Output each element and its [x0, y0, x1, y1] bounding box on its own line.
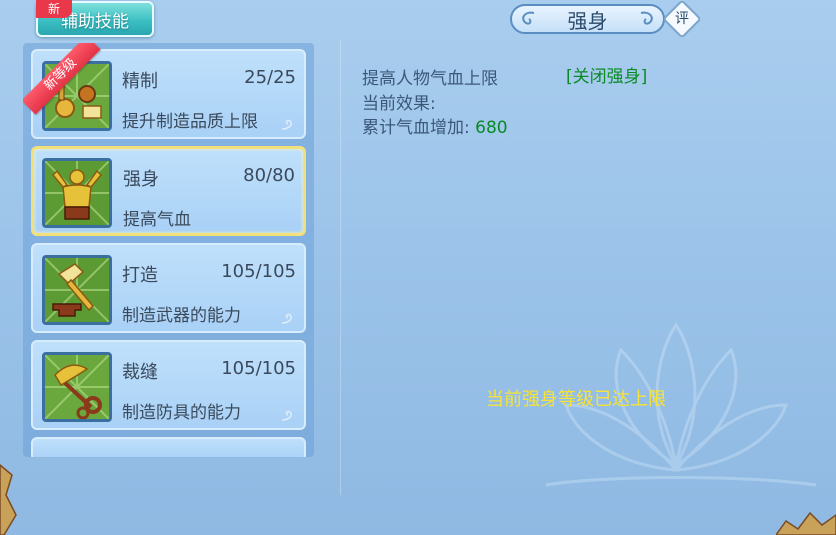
skill-level: 25/25 — [244, 67, 296, 88]
skill-name: 打造 — [122, 265, 158, 286]
current-effect-label: 当前效果: — [362, 94, 436, 114]
hammer-anvil-icon — [42, 255, 112, 325]
swirl-ornament — [281, 313, 293, 324]
skill-item-refine[interactable]: 新等级 精制 25/25 提升制造品质上限 — [23, 43, 306, 139]
skill-name: 精制 — [122, 71, 158, 92]
skill-level: 105/105 — [221, 358, 296, 379]
corner-ornament-right — [776, 511, 836, 535]
rate-button[interactable]: 评 — [662, 0, 702, 39]
effect-description: 提高人物气血上限 — [362, 69, 498, 89]
skill-name: 裁缝 — [122, 362, 158, 383]
skill-item-forge[interactable]: 打造 105/105 制造武器的能力 — [31, 243, 306, 333]
rate-label: 评 — [675, 11, 689, 27]
swirl-ornament — [281, 410, 293, 421]
close-strengthen-link[interactable]: [关闭强身] — [566, 62, 647, 87]
swirl-ornament — [281, 119, 293, 130]
muscle-man-icon — [42, 158, 112, 228]
skill-title: 强身 — [567, 8, 608, 33]
skill-desc: 制造武器的能力 — [122, 306, 241, 326]
skill-title-frame: 强身 — [510, 4, 665, 34]
skill-desc: 提高气血 — [123, 210, 191, 230]
skill-desc: 制造防具的能力 — [122, 403, 241, 423]
panel-divider — [340, 40, 341, 495]
skill-list[interactable]: 新等级 精制 25/25 提升制造品质上限 强身 80/80 提高气血 打造 1… — [23, 43, 314, 457]
curl-ornament-left — [522, 11, 535, 25]
skill-item-strengthen[interactable]: 强身 80/80 提高气血 — [31, 146, 306, 236]
skill-level: 80/80 — [243, 165, 295, 186]
hp-increase-line: 累计气血增加: 680 — [362, 113, 508, 138]
skill-name: 强身 — [123, 169, 159, 190]
hp-increase-value: 680 — [475, 118, 508, 138]
skill-desc: 提升制造品质上限 — [122, 112, 258, 132]
new-badge: 新 — [36, 0, 72, 18]
corner-ornament-left — [0, 464, 17, 535]
skill-item-tailor[interactable]: 裁缝 105/105 制造防具的能力 — [31, 340, 306, 430]
skill-item-partial[interactable] — [31, 437, 306, 457]
curl-ornament-right — [640, 11, 653, 25]
hp-increase-label: 累计气血增加: — [362, 118, 470, 138]
max-level-message: 当前强身等级已达上限 — [486, 389, 666, 410]
scissors-icon — [42, 352, 112, 422]
skill-level: 105/105 — [221, 261, 296, 282]
